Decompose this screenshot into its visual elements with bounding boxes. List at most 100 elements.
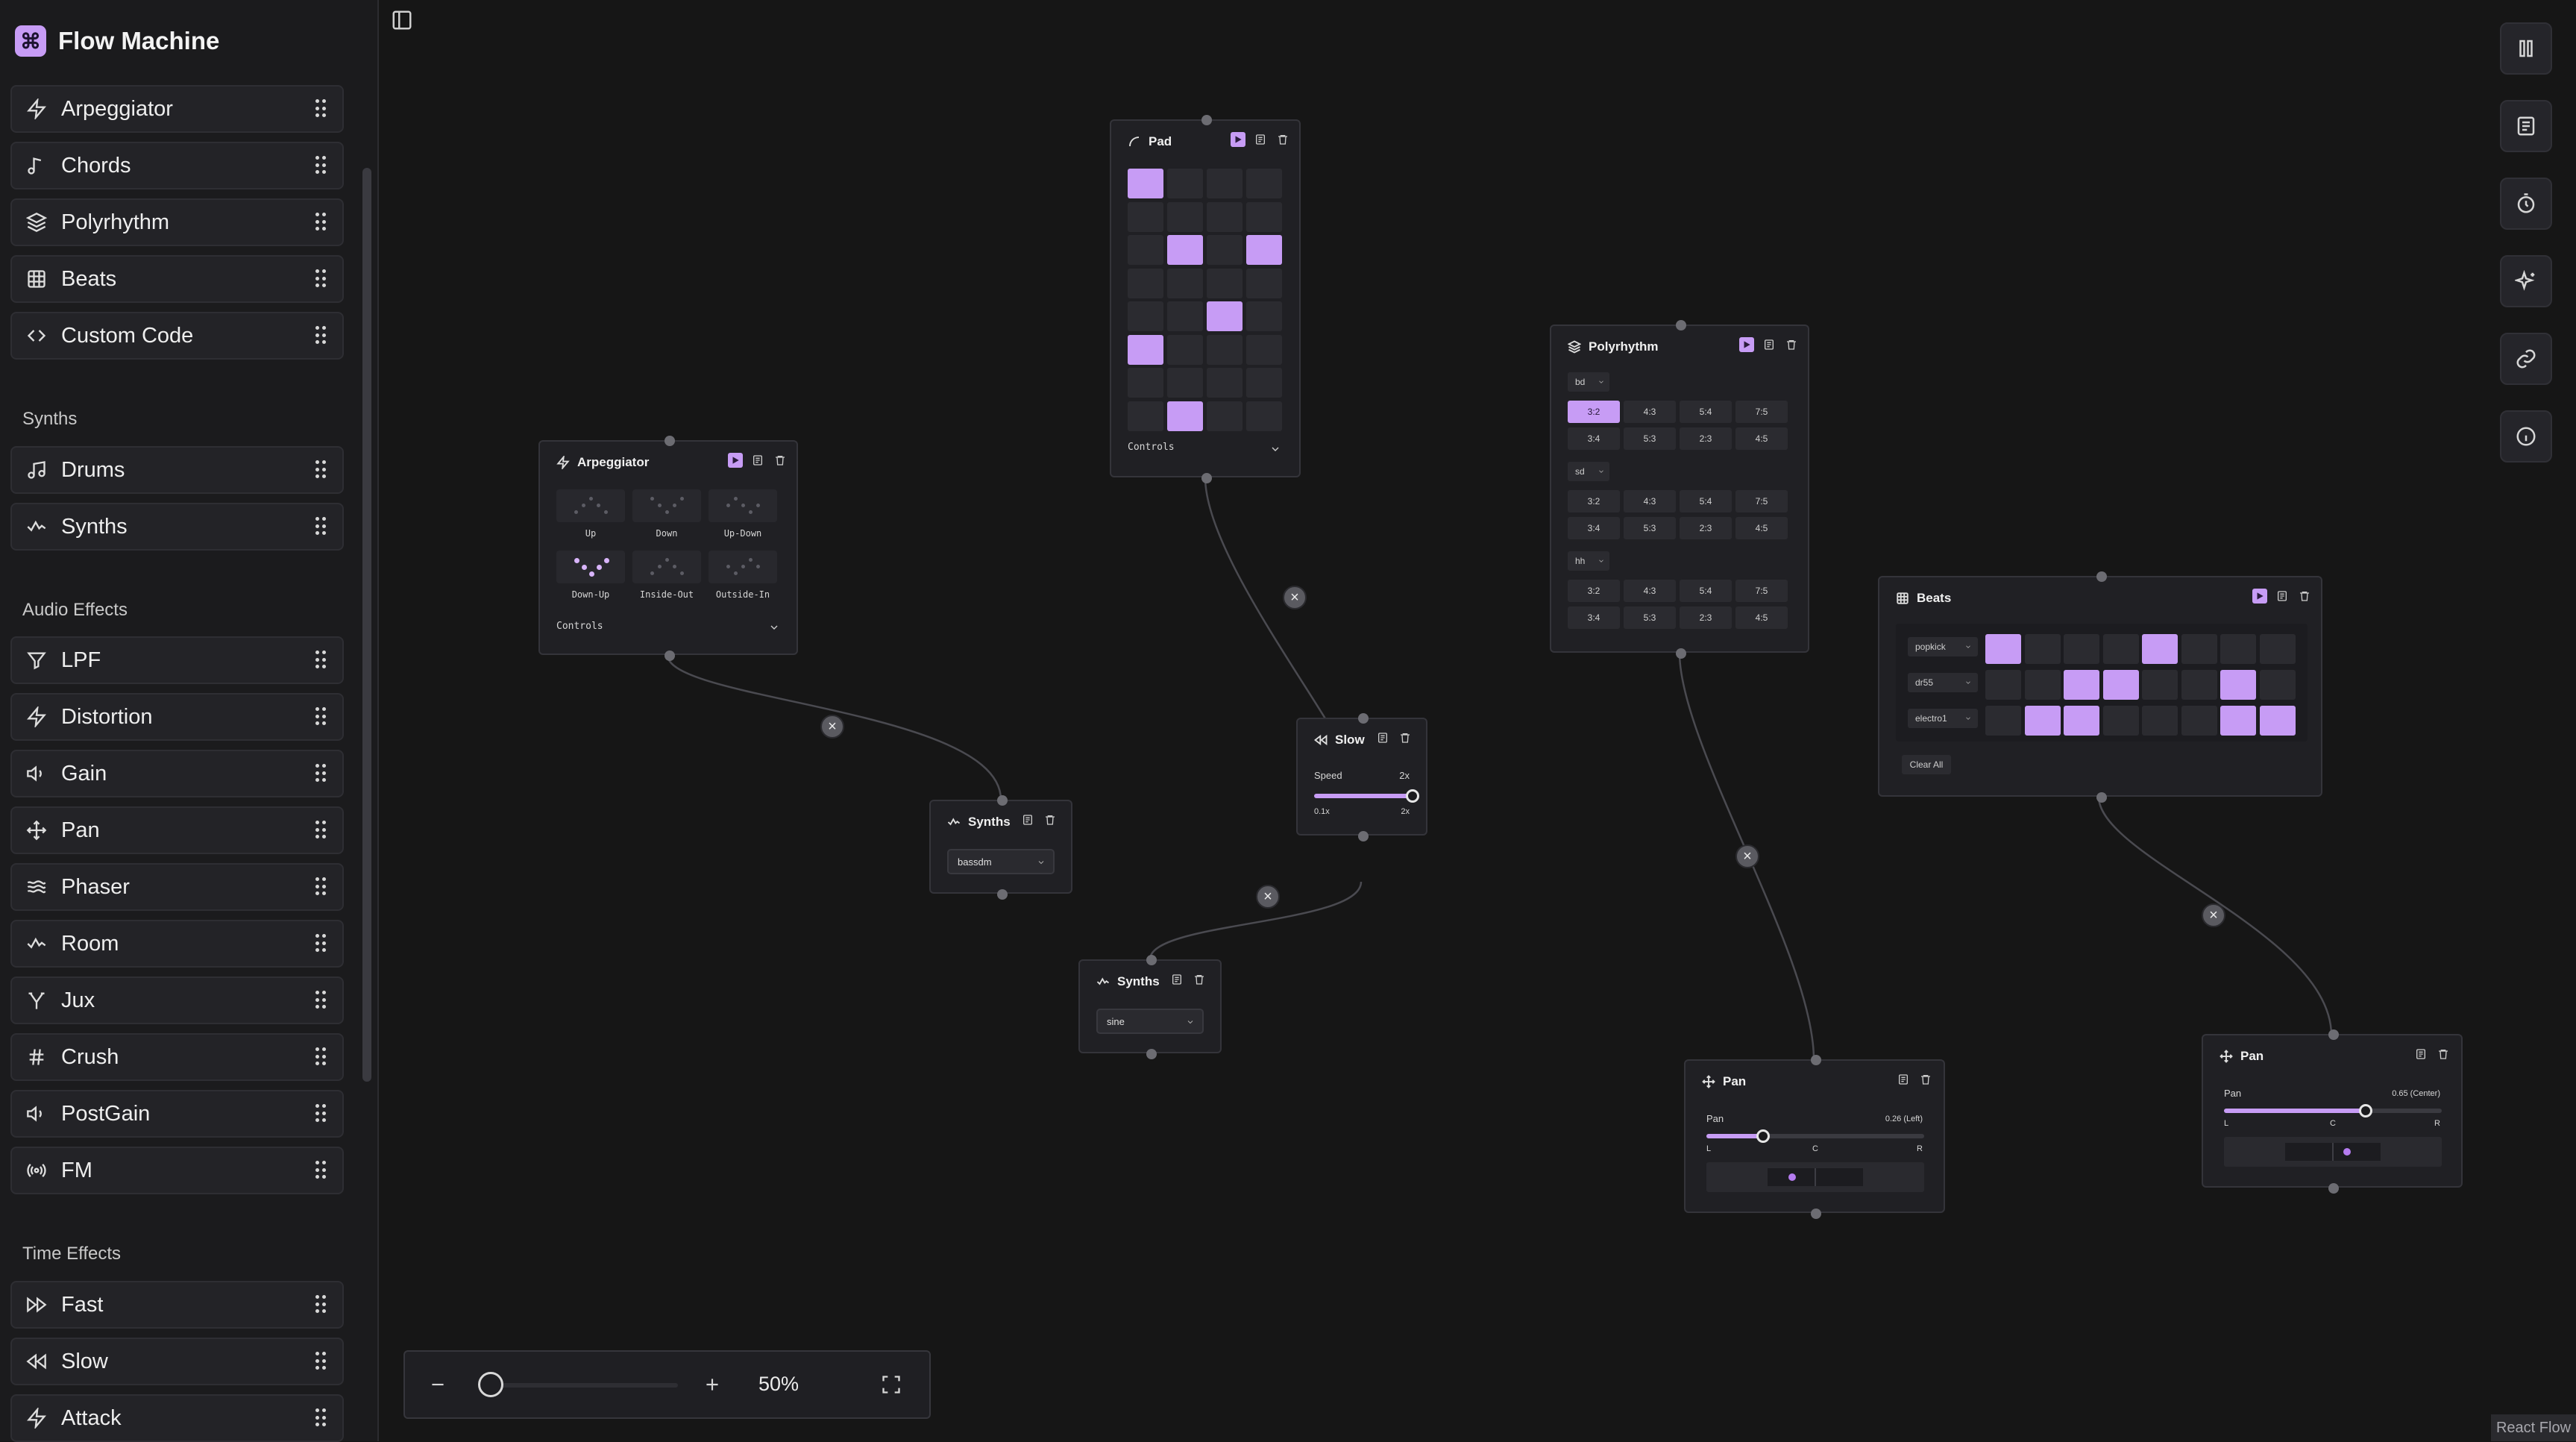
trash-icon[interactable] [1043, 812, 1058, 827]
notes-icon[interactable] [750, 453, 765, 468]
pan-node-center[interactable]: Pan Pan 0.65 (Center) L C R [2202, 1029, 2463, 1194]
beat-step[interactable] [1985, 706, 2021, 736]
drag-handle-icon[interactable] [315, 326, 326, 345]
sidebar-item-fast[interactable]: Fast [10, 1281, 344, 1329]
source-handle[interactable] [2096, 792, 2107, 803]
edge-delete-button[interactable]: × [1283, 586, 1307, 609]
beat-step[interactable] [2181, 670, 2217, 700]
ratio-button[interactable]: 3:4 [1568, 427, 1620, 450]
sidebar-item-pan[interactable]: Pan [10, 806, 344, 854]
ratio-button[interactable]: 7:5 [1735, 490, 1788, 512]
sample-select[interactable]: sd [1568, 462, 1609, 481]
notes-icon[interactable] [1762, 337, 1777, 352]
trash-icon[interactable] [1192, 972, 1207, 987]
pad-cell[interactable] [1246, 169, 1282, 198]
sidebar-item-polyrhythm[interactable]: Polyrhythm [10, 198, 344, 246]
pad-cell[interactable] [1246, 235, 1282, 265]
arp-mode-down-up[interactable] [556, 551, 625, 583]
react-flow-attribution[interactable]: React Flow [2491, 1414, 2576, 1441]
notes-icon[interactable] [1896, 1072, 1911, 1087]
trash-icon[interactable] [2436, 1047, 2451, 1062]
beat-step[interactable] [2024, 634, 2061, 664]
polyrhythm-node[interactable]: Polyrhythm bd 3:2 4:3 5:4 7:5 3:4 5:3 2:3 4:5 sd 3… [1550, 320, 1809, 659]
flow-canvas[interactable]: × × × × × Pad Controls Arpeggiator Up Do… [380, 0, 2576, 1441]
ratio-button[interactable]: 2:3 [1680, 606, 1732, 629]
ratio-button[interactable]: 4:3 [1624, 401, 1676, 423]
arp-mode-up[interactable] [556, 489, 625, 522]
notes-icon[interactable] [2275, 589, 2290, 604]
drag-handle-icon[interactable] [315, 934, 326, 953]
edge-delete-button[interactable]: × [1256, 885, 1280, 909]
trash-icon[interactable] [1918, 1072, 1933, 1087]
ratio-button[interactable]: 5:3 [1624, 517, 1676, 539]
pan-slider-thumb[interactable] [2358, 1104, 2372, 1117]
edge-delete-button[interactable]: × [2202, 903, 2225, 927]
pad-cell[interactable] [1128, 401, 1163, 431]
fit-view-button[interactable] [879, 1373, 903, 1396]
pad-cell[interactable] [1246, 401, 1282, 431]
beat-step[interactable] [2024, 706, 2061, 736]
synth-select[interactable]: bassdm [947, 849, 1055, 874]
source-handle[interactable] [997, 889, 1008, 900]
beat-step[interactable] [2102, 670, 2139, 700]
play-icon[interactable] [1739, 337, 1754, 352]
pad-cell[interactable] [1128, 268, 1163, 298]
sidebar-item-fm[interactable]: FM [10, 1147, 344, 1194]
beat-step[interactable] [2259, 706, 2296, 736]
clear-all-button[interactable]: Clear All [1902, 755, 1951, 774]
sidebar-item-arpeggiator[interactable]: Arpeggiator [10, 85, 344, 133]
beat-step[interactable] [2181, 706, 2217, 736]
target-handle[interactable] [1676, 320, 1686, 330]
pause-button[interactable] [2500, 22, 2552, 75]
sidebar-item-chords[interactable]: Chords [10, 142, 344, 189]
sidebar-item-drums[interactable]: Drums [10, 446, 344, 494]
ratio-button[interactable]: 4:5 [1735, 606, 1788, 629]
pad-cell[interactable] [1167, 401, 1203, 431]
ratio-button[interactable]: 3:2 [1568, 490, 1620, 512]
zoom-out-button[interactable] [426, 1373, 450, 1396]
pad-cell[interactable] [1246, 368, 1282, 398]
drag-handle-icon[interactable] [315, 764, 326, 783]
sidebar-item-synths[interactable]: Synths [10, 503, 344, 551]
sidebar-item-crush[interactable]: Crush [10, 1033, 344, 1081]
drag-handle-icon[interactable] [315, 1295, 326, 1314]
zoom-in-button[interactable] [700, 1373, 724, 1396]
pan-slider[interactable] [1706, 1129, 1924, 1143]
chevron-down-icon[interactable] [768, 621, 780, 633]
sidebar-item-postgain[interactable]: PostGain [10, 1090, 344, 1138]
target-handle[interactable] [997, 795, 1008, 806]
pad-cell[interactable] [1207, 235, 1243, 265]
target-handle[interactable] [1146, 955, 1157, 965]
sample-select[interactable]: bd [1568, 372, 1609, 392]
beat-step[interactable] [1985, 670, 2021, 700]
pan-node-left[interactable]: Pan Pan 0.26 (Left) L C R [1684, 1055, 1945, 1219]
pad-cell[interactable] [1167, 301, 1203, 331]
sidebar-item-room[interactable]: Room [10, 920, 344, 968]
ratio-button[interactable]: 5:4 [1680, 401, 1732, 423]
beat-step[interactable] [1985, 634, 2021, 664]
sample-select[interactable]: hh [1568, 551, 1609, 571]
zoom-slider-thumb[interactable] [478, 1372, 503, 1397]
trash-icon[interactable] [1784, 337, 1799, 352]
play-icon[interactable] [728, 453, 743, 468]
pad-cell[interactable] [1246, 201, 1282, 232]
source-handle[interactable] [1676, 648, 1686, 659]
arpeggiator-node[interactable]: Arpeggiator Up Down Up-Down Down-Up Inside-O… [538, 436, 798, 661]
pad-cell[interactable] [1207, 268, 1243, 298]
pad-cell[interactable] [1246, 268, 1282, 298]
beat-step[interactable] [2220, 634, 2256, 664]
ratio-button[interactable]: 5:4 [1680, 490, 1732, 512]
drag-handle-icon[interactable] [315, 1161, 326, 1180]
synth-select[interactable]: sine [1096, 1009, 1204, 1034]
sidebar-scrollbar[interactable] [362, 168, 371, 1082]
ratio-button[interactable]: 5:3 [1624, 606, 1676, 629]
notes-icon[interactable] [1253, 132, 1268, 147]
pad-cell[interactable] [1207, 368, 1243, 398]
drag-handle-icon[interactable] [315, 877, 326, 897]
drag-handle-icon[interactable] [315, 1104, 326, 1123]
sidebar-item-custom-code[interactable]: Custom Code [10, 312, 344, 360]
pad-cell[interactable] [1207, 201, 1243, 232]
pad-cell[interactable] [1167, 268, 1203, 298]
drag-handle-icon[interactable] [315, 213, 326, 232]
sidebar-item-jux[interactable]: Jux [10, 977, 344, 1024]
